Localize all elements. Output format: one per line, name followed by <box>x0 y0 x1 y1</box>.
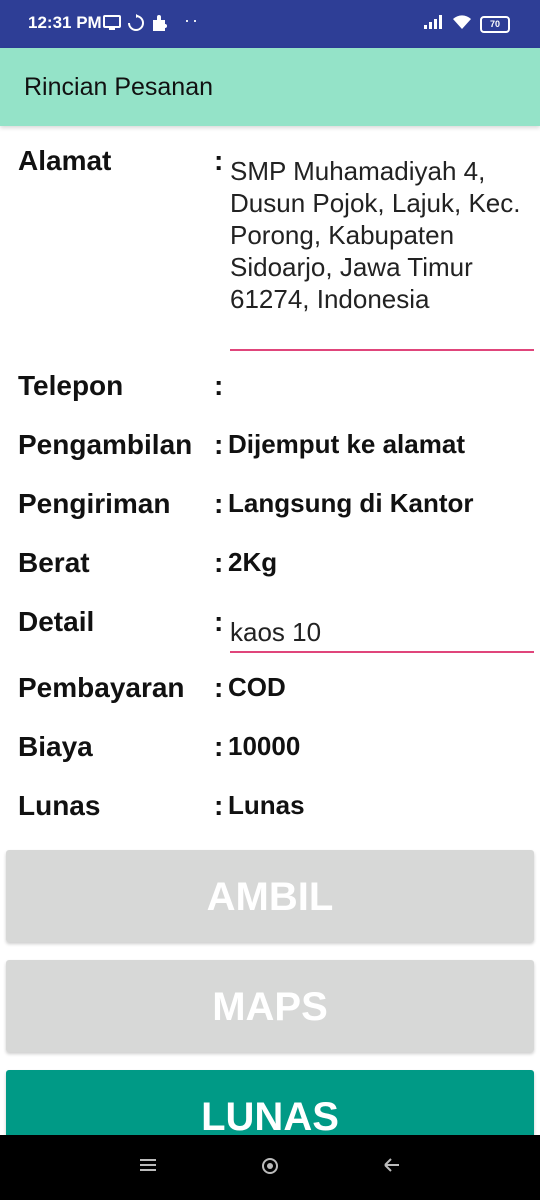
pengambilan-label: Pengambilan <box>18 429 193 460</box>
row-pembayaran: Pembayaran : COD <box>18 672 538 712</box>
detail-label: Detail <box>18 606 95 637</box>
home-icon[interactable] <box>261 1157 279 1180</box>
alamat-underline <box>230 349 534 351</box>
alamat-field[interactable]: SMP Muhamadiyah 4, Dusun Pojok, Lajuk, K… <box>230 155 521 315</box>
detail-colon: : <box>214 606 224 637</box>
berat-colon: : <box>214 547 224 578</box>
row-telepon: Telepon : <box>18 370 538 410</box>
status-system-icons: 70 <box>424 14 510 35</box>
pembayaran-value: COD <box>228 672 286 702</box>
maps-button[interactable]: MAPS <box>6 960 534 1052</box>
menu-icon[interactable] <box>140 1157 158 1178</box>
lunas-button[interactable]: LUNAS <box>6 1070 534 1135</box>
pengambilan-value: Dijemput ke alamat <box>228 429 465 459</box>
status-bar: 12:31 PM ·· 70 <box>0 0 540 48</box>
pengiriman-value: Langsung di Kantor <box>228 488 474 518</box>
signal-icon <box>424 15 444 34</box>
row-biaya: Biaya : 10000 <box>18 731 538 771</box>
page-title: Rincian Pesanan <box>24 73 214 101</box>
row-pengiriman: Pengiriman : Langsung di Kantor <box>18 488 538 528</box>
puzzle-icon <box>151 14 169 32</box>
lunas-value: Lunas <box>228 790 305 820</box>
alamat-label: Alamat <box>18 145 112 176</box>
row-berat: Berat : 2Kg <box>18 547 538 587</box>
biaya-colon: : <box>214 731 224 762</box>
more-notifications-icon: ·· <box>184 10 200 30</box>
alamat-line: SMP Muhamadiyah 4, <box>230 156 486 186</box>
status-time: 12:31 PM <box>28 13 102 32</box>
ambil-button[interactable]: AMBIL <box>6 850 534 942</box>
battery-icon: 70 <box>480 16 510 33</box>
pengiriman-colon: : <box>214 488 224 519</box>
wifi-icon <box>452 14 472 35</box>
back-icon[interactable] <box>383 1157 401 1178</box>
berat-label: Berat <box>18 547 90 578</box>
alamat-line: 61274, Indonesia <box>230 284 430 314</box>
sync-icon <box>127 14 145 32</box>
row-lunas: Lunas : Lunas <box>18 790 538 830</box>
screen-icon <box>103 15 121 31</box>
telepon-label: Telepon <box>18 370 124 401</box>
pembayaran-colon: : <box>214 672 224 703</box>
row-pengambilan: Pengambilan : Dijemput ke alamat <box>18 429 538 469</box>
pengiriman-label: Pengiriman <box>18 488 171 519</box>
pembayaran-label: Pembayaran <box>18 672 185 703</box>
detail-underline <box>230 651 534 653</box>
lunas-label: Lunas <box>18 790 101 821</box>
row-alamat: Alamat : SMP Muhamadiyah 4, Dusun Pojok,… <box>18 145 538 355</box>
biaya-value: 10000 <box>228 731 301 761</box>
alamat-colon: : <box>214 145 224 176</box>
pengambilan-colon: : <box>214 429 224 460</box>
lunas-colon: : <box>214 790 224 821</box>
alamat-line: Porong, Kabupaten <box>230 220 455 250</box>
alamat-line: Dusun Pojok, Lajuk, Kec. <box>230 188 521 218</box>
row-detail: Detail : kaos 10 <box>18 606 538 656</box>
telepon-colon: : <box>214 370 224 401</box>
status-notification-icons <box>103 14 169 32</box>
alamat-line: Sidoarjo, Jawa Timur <box>230 252 473 282</box>
detail-field[interactable]: kaos 10 <box>230 616 321 648</box>
app-bar: Rincian Pesanan <box>0 48 540 126</box>
berat-value: 2Kg <box>228 547 278 577</box>
biaya-label: Biaya <box>18 731 93 762</box>
navigation-bar <box>0 1135 540 1200</box>
